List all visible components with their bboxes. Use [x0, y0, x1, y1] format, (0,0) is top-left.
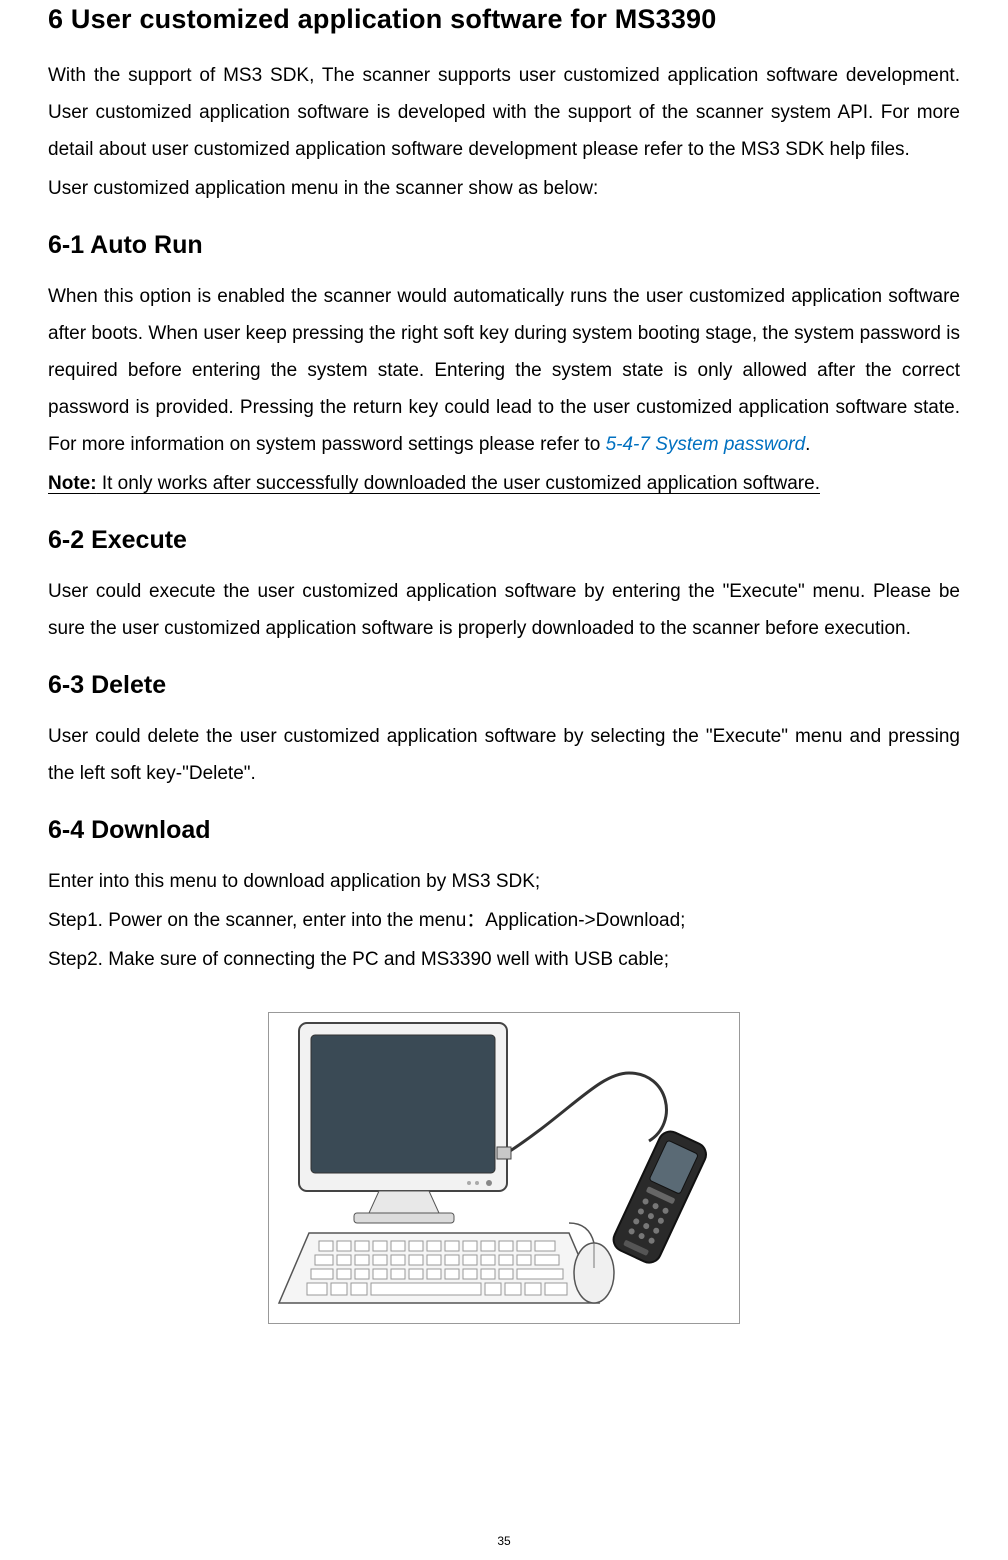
- page-root: 6 User customized application software f…: [0, 0, 1008, 1560]
- illustration-svg: [269, 1013, 739, 1323]
- note-text: It only works after successfully downloa…: [97, 473, 820, 494]
- note-label: Note:: [48, 473, 97, 494]
- heading-6-1: 6-1 Auto Run: [48, 231, 960, 260]
- heading-6-2: 6-2 Execute: [48, 526, 960, 555]
- section-6-1-note: Note: It only works after successfully d…: [48, 465, 960, 502]
- section-6-1-body: When this option is enabled the scanner …: [48, 278, 960, 463]
- intro-paragraph-1: With the support of MS3 SDK, The scanner…: [48, 57, 960, 168]
- heading-main: 6 User customized application software f…: [48, 0, 960, 35]
- section-6-4-line2: Step1. Power on the scanner, enter into …: [48, 902, 960, 939]
- section-6-4-line3: Step2. Make sure of connecting the PC an…: [48, 941, 960, 978]
- intro-paragraph-2: User customized application menu in the …: [48, 170, 960, 207]
- section-6-3-body: User could delete the user customized ap…: [48, 718, 960, 792]
- system-password-link[interactable]: 5-4-7 System password: [606, 434, 806, 455]
- section-6-1-period: .: [805, 434, 810, 455]
- heading-6-3: 6-3 Delete: [48, 671, 960, 700]
- figure-container: [48, 1012, 960, 1329]
- heading-6-4: 6-4 Download: [48, 816, 960, 845]
- computer-scanner-illustration: [268, 1012, 740, 1324]
- section-6-1-text: When this option is enabled the scanner …: [48, 286, 960, 455]
- section-6-4-line1: Enter into this menu to download applica…: [48, 863, 960, 900]
- page-number: 35: [0, 1534, 1008, 1548]
- section-6-2-body: User could execute the user customized a…: [48, 573, 960, 647]
